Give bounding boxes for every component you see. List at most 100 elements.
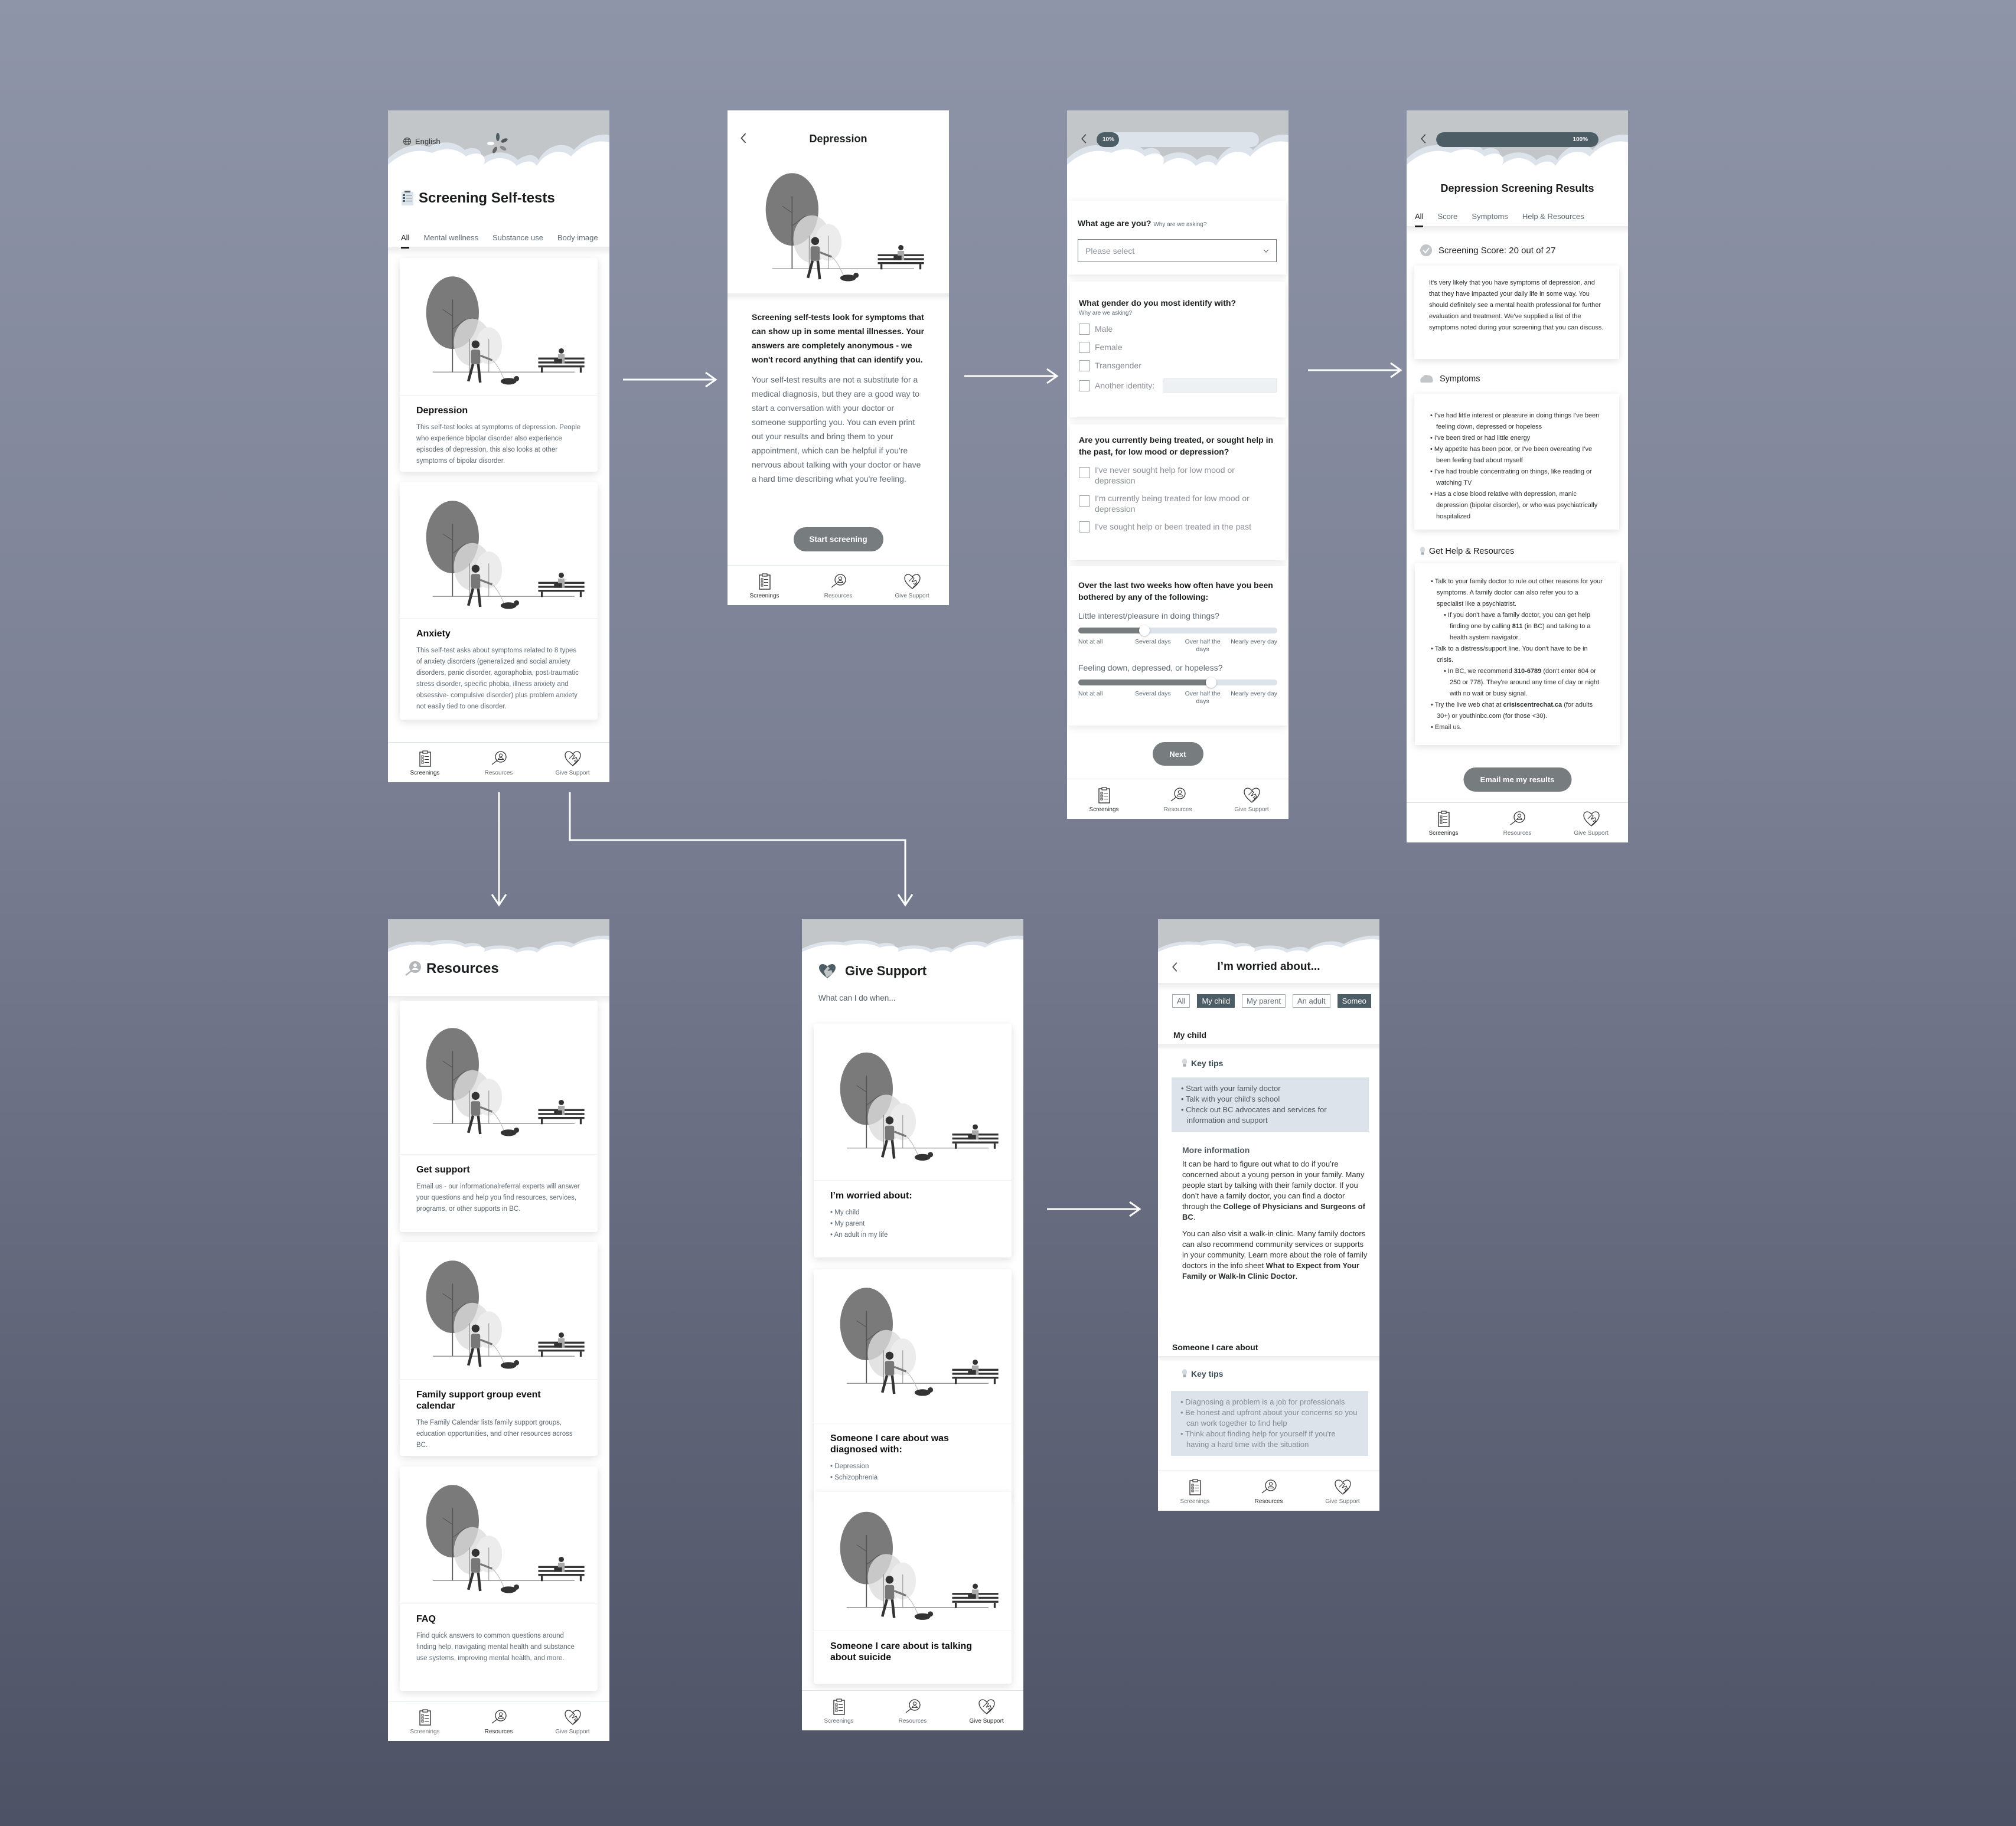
- resource-card-family-calendar[interactable]: Family support group event calendar The …: [400, 1242, 598, 1456]
- cloud-decoration: [388, 926, 609, 962]
- nav-give-support[interactable]: Give Support: [954, 1697, 1019, 1724]
- why-asking-link[interactable]: Why are we asking?: [1079, 310, 1277, 316]
- park-illustration: [814, 1269, 1012, 1405]
- support-card-worried-about[interactable]: I’m worried about: My childMy parentAn a…: [814, 1024, 1012, 1257]
- gender-option-male[interactable]: Male: [1079, 324, 1277, 335]
- slider-thumb[interactable]: [1205, 677, 1216, 688]
- nav-screenings[interactable]: Screenings: [1072, 786, 1137, 813]
- filter-chip[interactable]: My child: [1197, 994, 1235, 1008]
- nav-screenings[interactable]: Screenings: [393, 749, 458, 776]
- intro-text: Screening self-tests look for symptoms t…: [752, 310, 925, 486]
- screening-card-anxiety[interactable]: Anxiety This self-test asks about sympto…: [400, 482, 598, 720]
- filter-chip[interactable]: An adult: [1292, 994, 1330, 1008]
- tab-score[interactable]: Score: [1437, 212, 1457, 227]
- nav-give-support[interactable]: Give Support: [1219, 786, 1284, 813]
- language-selector[interactable]: English: [403, 137, 441, 146]
- support-card-suicide[interactable]: Someone I care about is talking about su…: [814, 1492, 1012, 1684]
- tab-symptoms[interactable]: Symptoms: [1472, 212, 1508, 227]
- list-item[interactable]: My child: [830, 1207, 995, 1219]
- treatment-option-current[interactable]: I'm currently being treated for low mood…: [1079, 493, 1277, 514]
- checkbox[interactable]: [1079, 360, 1090, 371]
- resources-search-person-icon: [490, 1708, 508, 1727]
- back-chevron-icon[interactable]: [1080, 132, 1088, 145]
- screen-questionnaire: 10% What age are you? Why are we asking?…: [1067, 110, 1288, 819]
- nav-give-support[interactable]: Give Support: [1559, 809, 1624, 837]
- tab-mental-wellness[interactable]: Mental wellness: [423, 233, 478, 249]
- page-title-text: Screening Self-tests: [419, 190, 555, 206]
- slider-track[interactable]: [1078, 677, 1277, 688]
- results-tabs: All Score Symptoms Help & Resources: [1415, 212, 1628, 227]
- progress-fill: 10%: [1097, 132, 1119, 147]
- heart-hands-icon: [977, 1697, 996, 1716]
- gender-option-another[interactable]: Another identity:: [1079, 378, 1277, 393]
- treatment-option-never[interactable]: I've never sought help for low mood or d…: [1079, 465, 1277, 486]
- slider-thumb[interactable]: [1139, 625, 1150, 636]
- gender-option-transgender[interactable]: Transgender: [1079, 360, 1277, 371]
- nav-screenings[interactable]: Screenings: [1411, 809, 1476, 837]
- tab-substance-use[interactable]: Substance use: [492, 233, 543, 249]
- nav-give-support[interactable]: Give Support: [1310, 1478, 1375, 1505]
- list-item[interactable]: An adult in my life: [830, 1230, 995, 1241]
- treatment-option-past[interactable]: I've sought help or been treated in the …: [1079, 521, 1277, 533]
- nav-resources[interactable]: Resources: [880, 1697, 945, 1724]
- nav-resources[interactable]: Resources: [467, 1708, 531, 1735]
- resource-card-get-support[interactable]: Get support Email us - our informational…: [400, 1001, 598, 1232]
- card-bullet-list: My childMy parentAn adult in my life: [830, 1207, 995, 1241]
- section-title-someone: Someone I care about: [1172, 1342, 1258, 1352]
- age-select[interactable]: Please select: [1078, 239, 1277, 262]
- progress-bar: 10%: [1097, 132, 1259, 147]
- start-screening-button[interactable]: Start screening: [793, 527, 883, 551]
- resource-card-faq[interactable]: FAQ Find quick answers to common questio…: [400, 1466, 598, 1691]
- bottom-nav: Screenings Resources Give Support: [1067, 779, 1288, 819]
- nav-resources[interactable]: Resources: [806, 572, 871, 599]
- filter-chip[interactable]: Someo: [1337, 994, 1371, 1008]
- checkbox[interactable]: [1079, 342, 1090, 353]
- divider-shadow: [728, 293, 949, 302]
- clipboard-icon: [830, 1697, 849, 1716]
- checkbox[interactable]: [1079, 495, 1090, 507]
- tab-all[interactable]: All: [1415, 212, 1424, 227]
- tab-body-image[interactable]: Body image: [557, 233, 598, 249]
- nav-screenings[interactable]: Screenings: [393, 1708, 458, 1735]
- nav-screenings[interactable]: Screenings: [1163, 1478, 1228, 1505]
- page-title: Resources: [404, 959, 499, 978]
- nav-resources[interactable]: Resources: [1485, 809, 1550, 837]
- list-item[interactable]: My parent: [830, 1219, 995, 1230]
- checkbox[interactable]: [1079, 324, 1090, 335]
- nav-resources[interactable]: Resources: [467, 749, 531, 776]
- back-chevron-icon[interactable]: [1420, 132, 1427, 145]
- screening-card-depression[interactable]: Depression This self-test looks at sympt…: [400, 258, 598, 472]
- page-title: Screening Self-tests: [401, 190, 555, 207]
- filter-chip[interactable]: My parent: [1242, 994, 1286, 1008]
- next-button[interactable]: Next: [1152, 742, 1203, 766]
- park-illustration: [400, 258, 598, 394]
- filter-chip[interactable]: All: [1172, 994, 1190, 1008]
- another-identity-input[interactable]: [1163, 378, 1277, 393]
- email-results-button[interactable]: Email me my results: [1463, 767, 1571, 792]
- nav-resources[interactable]: Resources: [1237, 1478, 1301, 1505]
- nav-screenings[interactable]: Screenings: [732, 572, 797, 599]
- nav-give-support[interactable]: Give Support: [540, 1708, 605, 1735]
- list-item[interactable]: Depression: [830, 1461, 995, 1472]
- list-item[interactable]: Schizophrenia: [830, 1472, 995, 1484]
- nav-give-support[interactable]: Give Support: [880, 572, 945, 599]
- tab-help-resources[interactable]: Help & Resources: [1522, 212, 1584, 227]
- nav-screenings[interactable]: Screenings: [807, 1697, 872, 1724]
- nav-give-support[interactable]: Give Support: [540, 749, 605, 776]
- screen-results: 100% Depression Screening Results All Sc…: [1407, 110, 1628, 842]
- tab-all[interactable]: All: [401, 233, 410, 249]
- card-title: Someone I care about was diagnosed with:: [830, 1433, 949, 1455]
- progress-label: 100%: [1573, 136, 1588, 143]
- checkbox[interactable]: [1079, 380, 1090, 391]
- nav-resources[interactable]: Resources: [1146, 786, 1211, 813]
- support-card-diagnosed[interactable]: Someone I care about was diagnosed with:…: [814, 1269, 1012, 1497]
- progress-fill: 100%: [1436, 132, 1599, 147]
- checkbox[interactable]: [1079, 521, 1090, 533]
- globe-icon: [403, 137, 412, 146]
- gender-option-female[interactable]: Female: [1079, 342, 1277, 353]
- why-asking-link[interactable]: Why are we asking?: [1153, 221, 1206, 228]
- slider-track[interactable]: [1078, 625, 1277, 636]
- age-question-card: What age are you? Why are we asking? Ple…: [1068, 201, 1286, 275]
- checkbox[interactable]: [1079, 467, 1090, 478]
- divider-shadow: [1158, 1356, 1379, 1362]
